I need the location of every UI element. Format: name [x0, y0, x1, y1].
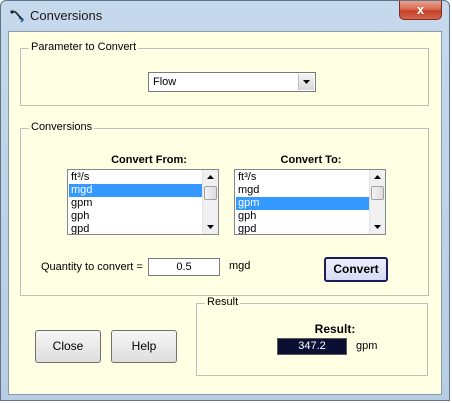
scroll-up-icon [374, 175, 381, 179]
scroll-down-icon [207, 225, 214, 229]
conversions-group-label: Conversions [29, 121, 95, 133]
quantity-input[interactable]: 0.5 [148, 258, 220, 276]
list-item[interactable]: gpm [236, 197, 369, 210]
scroll-up-icon [207, 175, 214, 179]
convert-from-scrollbar[interactable] [202, 170, 218, 234]
conversions-window: Conversions x Parameter to Convert Flow … [0, 0, 450, 401]
parameter-select-value: Flow [153, 76, 177, 88]
list-item[interactable]: mgd [69, 184, 202, 197]
scroll-down-icon [374, 225, 381, 229]
result-value: 347.2 [277, 338, 347, 355]
convert-from-list[interactable]: ft³/s mgd gpm gph gpd [67, 169, 219, 235]
list-item[interactable]: ft³/s [236, 171, 369, 184]
convert-button[interactable]: Convert [324, 257, 388, 282]
convert-from-items: ft³/s mgd gpm gph gpd [69, 171, 202, 234]
close-button[interactable]: Close [35, 330, 101, 363]
close-icon: x [416, 2, 425, 17]
scroll-down-button[interactable] [203, 220, 218, 234]
window-close-button[interactable]: x [399, 1, 442, 20]
list-item[interactable]: mgd [236, 184, 369, 197]
convert-to-items: ft³/s mgd gpm gph gpd [236, 171, 369, 234]
list-item[interactable]: gph [69, 210, 202, 223]
window-title: Conversions [30, 8, 103, 23]
list-item[interactable]: gpd [236, 223, 369, 234]
title-bar[interactable]: Conversions x [1, 1, 449, 31]
result-heading: Result: [314, 322, 356, 336]
list-item[interactable]: ft³/s [69, 171, 202, 184]
convert-to-heading: Convert To: [280, 154, 342, 166]
scroll-up-button[interactable] [203, 170, 218, 184]
quantity-unit: mgd [229, 260, 251, 272]
dropdown-button[interactable] [298, 74, 314, 90]
scroll-up-button[interactable] [370, 170, 385, 184]
scroll-down-button[interactable] [370, 220, 385, 234]
list-item[interactable]: gpd [69, 223, 202, 234]
convert-from-heading: Convert From: [111, 154, 187, 166]
dialog-client-area: Parameter to Convert Flow Conversions Co… [8, 31, 442, 395]
convert-to-scrollbar[interactable] [369, 170, 385, 234]
chevron-down-icon [303, 80, 310, 84]
result-unit: gpm [356, 340, 378, 352]
parameter-group-label: Parameter to Convert [29, 41, 139, 53]
convert-to-list[interactable]: ft³/s mgd gpm gph gpd [234, 169, 386, 235]
quantity-label: Quantity to convert = [41, 261, 143, 273]
scroll-thumb[interactable] [371, 186, 384, 200]
list-item[interactable]: gph [236, 210, 369, 223]
parameter-select[interactable]: Flow [148, 72, 316, 92]
result-group-label: Result [205, 296, 241, 308]
scroll-thumb[interactable] [204, 186, 217, 200]
app-icon [10, 10, 25, 23]
help-button[interactable]: Help [111, 330, 177, 363]
list-item[interactable]: gpm [69, 197, 202, 210]
